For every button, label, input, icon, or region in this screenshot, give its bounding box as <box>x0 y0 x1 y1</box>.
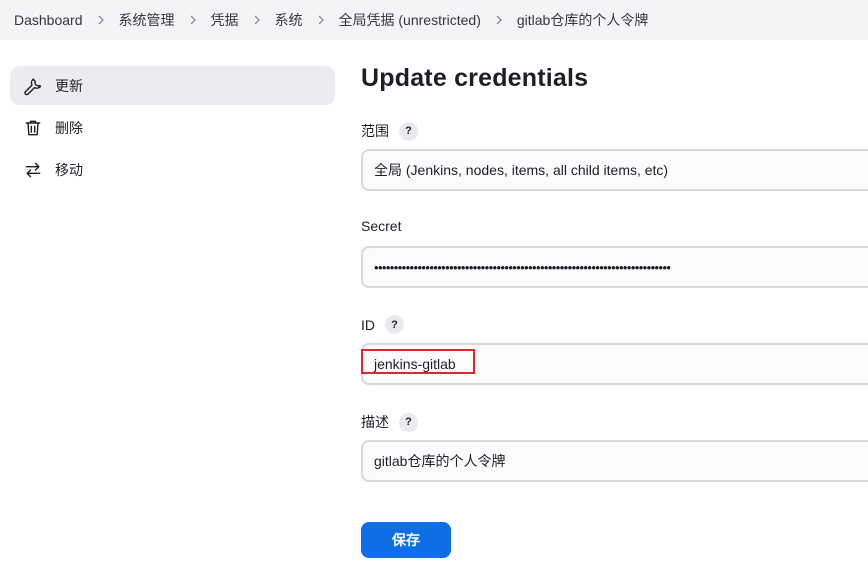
scope-help-icon[interactable]: ? <box>399 121 418 141</box>
scope-label: 范围 ? <box>361 121 418 141</box>
id-label: ID ? <box>361 315 404 334</box>
chevron-right-icon <box>83 15 119 25</box>
sidebar-item-update[interactable]: 更新 <box>10 66 335 105</box>
sidebar-item-label: 移动 <box>55 161 83 178</box>
chevron-right-icon <box>239 15 275 25</box>
swap-arrows-icon <box>22 159 43 180</box>
secret-input[interactable]: ••••••••••••••••••••••••••••••••••••••••… <box>361 246 868 288</box>
description-input[interactable]: gitlab仓库的个人令牌 <box>361 440 868 482</box>
description-label: 描述 ? <box>361 412 418 432</box>
id-help-icon[interactable]: ? <box>385 315 404 334</box>
sidebar-item-move[interactable]: 移动 <box>10 150 335 189</box>
sidebar: 更新 删除 移动 <box>10 66 335 192</box>
credentials-form: Update credentials 范围 ? 全局 (Jenkins, nod… <box>361 0 868 564</box>
chevron-right-icon <box>303 15 339 25</box>
description-help-icon[interactable]: ? <box>399 412 418 432</box>
breadcrumb-system-management[interactable]: 系统管理 <box>119 10 175 30</box>
chevron-right-icon <box>175 15 211 25</box>
sidebar-item-label: 删除 <box>55 119 83 136</box>
sidebar-item-label: 更新 <box>55 77 83 94</box>
wrench-icon <box>22 75 43 96</box>
breadcrumb-dashboard[interactable]: Dashboard <box>14 12 83 28</box>
id-input[interactable]: jenkins-gitlab <box>361 343 868 385</box>
scope-select[interactable]: 全局 (Jenkins, nodes, items, all child ite… <box>361 149 868 191</box>
secret-label: Secret <box>361 218 402 234</box>
page-title: Update credentials <box>361 64 589 92</box>
trash-icon <box>22 117 43 138</box>
breadcrumb-system[interactable]: 系统 <box>275 10 303 30</box>
sidebar-item-delete[interactable]: 删除 <box>10 108 335 147</box>
breadcrumb-credentials[interactable]: 凭据 <box>211 10 239 30</box>
save-button[interactable]: 保存 <box>361 522 451 558</box>
